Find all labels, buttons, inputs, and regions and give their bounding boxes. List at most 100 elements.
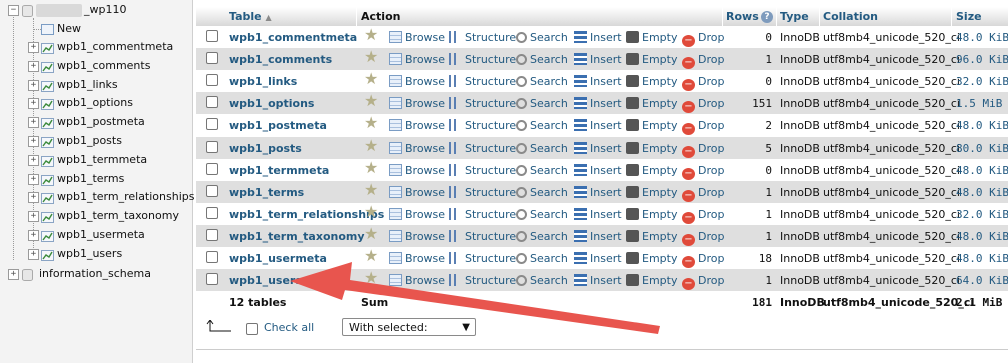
browse-action[interactable]: Browse [389,185,445,200]
table-size[interactable]: 48.0 KiB [956,230,1008,244]
nav-table-label[interactable]: wpb1_comments [57,57,150,75]
with-selected-dropdown[interactable]: With selected: ▼ [342,318,476,336]
favorite-star-icon[interactable]: ★ [364,181,378,197]
favorite-star-icon[interactable]: ★ [364,49,378,65]
insert-action[interactable]: Insert [574,97,622,111]
col-size-header[interactable]: Size [956,10,982,23]
empty-action[interactable]: Empty [626,207,677,222]
table-name-link[interactable]: wpb1_links [229,75,297,89]
favorite-star-icon[interactable]: ★ [364,159,378,175]
nav-table-item[interactable]: + wpb1_users [0,245,192,263]
table-name-link[interactable]: wpb1_postmeta [229,119,327,133]
structure-action[interactable]: Structure [449,53,516,67]
row-checkbox[interactable] [206,184,218,197]
structure-action[interactable]: Structure [449,229,516,244]
favorite-star-icon[interactable]: ★ [364,71,378,87]
nav-table-label[interactable]: wpb1_posts [57,132,122,150]
nav-table-item[interactable]: + wpb1_usermeta [0,226,192,244]
table-size[interactable]: 48.0 KiB [956,164,1008,178]
structure-action[interactable]: Structure [449,274,516,288]
expand-icon[interactable]: + [28,98,39,110]
drop-action[interactable]: − Drop [682,230,724,246]
structure-action[interactable]: Structure [449,31,516,45]
empty-action[interactable]: Empty [626,163,677,178]
browse-action[interactable]: Browse [389,97,445,111]
browse-action[interactable]: Browse [389,53,445,67]
table-name-link[interactable]: wpb1_terms [229,186,304,200]
nav-table-item[interactable]: + wpb1_links [0,76,192,94]
expand-icon[interactable]: + [28,136,39,147]
table-size[interactable]: 48.0 KiB [956,119,1008,133]
empty-action[interactable]: Empty [626,75,677,89]
drop-action[interactable]: − Drop [682,119,724,136]
search-action[interactable]: Search [516,274,568,288]
empty-action[interactable]: Empty [626,252,677,266]
nav-table-item[interactable]: + wpb1_options [0,94,192,112]
insert-action[interactable]: Insert [574,229,622,244]
browse-action[interactable]: Browse [389,75,445,89]
expand-icon[interactable]: + [28,154,39,166]
browse-action[interactable]: Browse [389,229,445,244]
insert-action[interactable]: Insert [574,31,622,45]
browse-action[interactable]: Browse [389,119,445,133]
table-size[interactable]: 64.0 KiB [956,274,1008,288]
row-checkbox[interactable] [206,162,218,175]
table-size[interactable]: 32.0 KiB [956,208,1008,222]
row-checkbox[interactable] [206,74,218,87]
insert-action[interactable]: Insert [574,274,622,288]
col-rows-header[interactable]: Rows [726,10,759,23]
table-size[interactable]: 48.0 KiB [956,31,1008,45]
nav-table-item[interactable]: + wpb1_termmeta [0,151,192,169]
nav-new-label[interactable]: New [57,20,81,38]
structure-action[interactable]: Structure [449,163,516,178]
search-action[interactable]: Search [516,75,568,89]
expand-icon[interactable]: + [28,173,39,185]
insert-action[interactable]: Insert [574,119,622,133]
browse-action[interactable]: Browse [389,163,445,178]
structure-action[interactable]: Structure [449,141,516,156]
table-size[interactable]: 1.5 MiB [956,97,1002,111]
nav-table-item[interactable]: + wpb1_commentmeta [0,38,192,56]
table-name-link[interactable]: wpb1_options [229,97,314,111]
empty-action[interactable]: Empty [626,31,677,45]
insert-action[interactable]: Insert [574,185,622,200]
search-action[interactable]: Search [516,119,568,133]
row-checkbox[interactable] [206,251,218,263]
table-name-link[interactable]: wpb1_users [229,274,302,288]
browse-action[interactable]: Browse [389,141,445,156]
col-collation-header[interactable]: Collation [823,10,878,23]
structure-action[interactable]: Structure [449,207,516,222]
nav-new-table[interactable]: New [0,20,192,38]
table-name-link[interactable]: wpb1_term_taxonomy [229,230,365,244]
row-checkbox[interactable] [206,96,218,109]
search-action[interactable]: Search [516,164,568,178]
expand-icon[interactable]: + [28,42,39,53]
favorite-star-icon[interactable]: ★ [364,93,378,109]
expand-icon[interactable]: + [8,269,19,280]
table-size[interactable]: 96.0 KiB [956,53,1008,67]
row-checkbox[interactable] [206,118,218,131]
search-action[interactable]: Search [516,252,568,266]
favorite-star-icon[interactable]: ★ [364,27,378,43]
browse-action[interactable]: Browse [389,207,445,222]
search-action[interactable]: Search [516,31,568,45]
empty-action[interactable]: Empty [626,119,677,133]
table-size[interactable]: 80.0 KiB [956,142,1008,156]
search-action[interactable]: Search [516,208,568,222]
favorite-star-icon[interactable]: ★ [364,270,378,286]
nav-db-row[interactable]: − _wp110 [0,1,192,19]
empty-action[interactable]: Empty [626,229,677,244]
row-checkbox[interactable] [206,228,218,241]
favorite-star-icon[interactable]: ★ [364,248,378,264]
drop-action[interactable]: − Drop [682,208,724,224]
browse-action[interactable]: Browse [389,252,445,266]
nav-table-item[interactable]: + wpb1_posts [0,132,192,150]
search-action[interactable]: Search [516,230,568,244]
table-size[interactable]: 48.0 KiB [956,252,1008,266]
nav-table-item[interactable]: + wpb1_term_taxonomy [0,207,192,225]
drop-action[interactable]: − Drop [682,97,724,114]
table-name-link[interactable]: wpb1_comments [229,53,332,67]
table-name-link[interactable]: wpb1_term_relationships [229,208,384,222]
table-name-link[interactable]: wpb1_termmeta [229,164,329,178]
empty-action[interactable]: Empty [626,53,677,67]
